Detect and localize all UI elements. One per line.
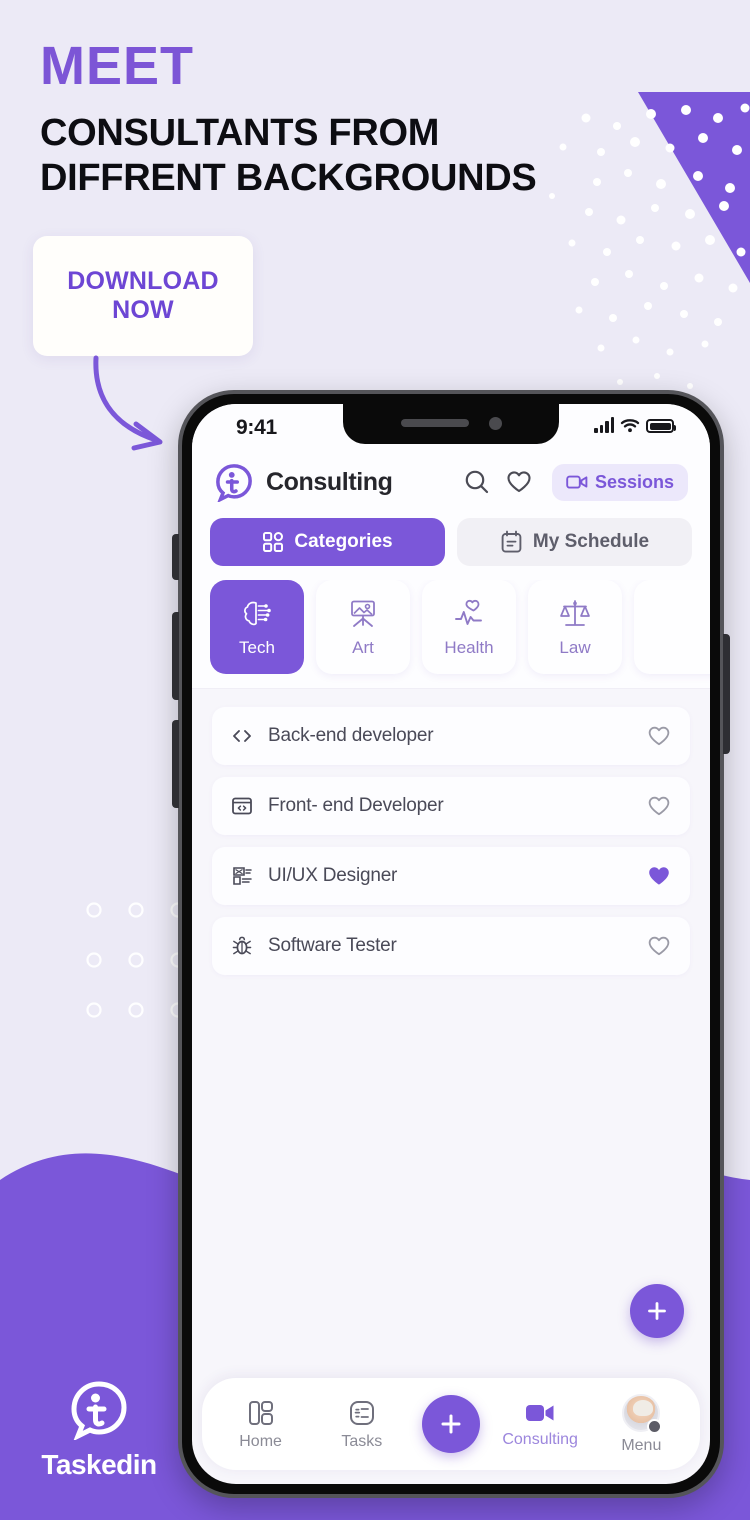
status-bar-clock: 9:41 <box>236 416 277 439</box>
browser-code-icon <box>232 797 252 815</box>
page-title: Consulting <box>266 467 393 496</box>
code-brackets-icon <box>233 730 251 742</box>
list-item[interactable]: Back-end developer <box>212 707 690 765</box>
checklist-icon <box>349 1400 374 1425</box>
category-chip-art[interactable]: Art <box>316 580 410 674</box>
download-now-button[interactable]: DOWNLOAD NOW <box>33 236 253 356</box>
video-camera-icon <box>566 475 588 489</box>
headline-line-2: DIFFRENT BACKGROUNDS <box>40 156 537 199</box>
brand-name: Taskedin <box>41 1449 157 1480</box>
heart-icon[interactable] <box>646 793 672 819</box>
list-item[interactable]: Software Tester <box>212 917 690 975</box>
tab-categories-label: Categories <box>294 531 393 552</box>
nav-item-home[interactable]: Home <box>220 1398 302 1451</box>
list-item[interactable]: Front- end Developer <box>212 777 690 835</box>
segmented-tabs: Categories My Schedule <box>192 518 710 580</box>
sessions-label: Sessions <box>594 471 674 492</box>
category-chip-row: Tech Art Health Law <box>210 580 710 674</box>
wifi-icon <box>620 419 640 433</box>
phone-power-button[interactable] <box>723 634 730 754</box>
category-chip-art-label: Art <box>352 637 374 657</box>
tab-categories[interactable]: Categories <box>210 518 445 566</box>
category-chip-next-partial[interactable] <box>634 580 710 674</box>
plus-icon <box>441 1414 461 1434</box>
download-now-line-1: DOWNLOAD <box>67 266 219 295</box>
heart-icon[interactable] <box>646 723 672 749</box>
brand-lockup: Taskedin <box>24 1378 174 1481</box>
app-header: Consulting Sessions <box>192 452 710 518</box>
download-now-label: DOWNLOAD NOW <box>67 267 219 326</box>
category-chip-health-label: Health <box>444 637 494 657</box>
signal-icon <box>594 417 614 433</box>
heart-icon[interactable] <box>646 933 672 959</box>
nav-item-tasks-label: Tasks <box>341 1432 383 1450</box>
design-palette-icon <box>233 867 252 885</box>
nav-item-menu[interactable]: Menu <box>600 1393 682 1455</box>
search-icon[interactable] <box>462 467 492 497</box>
plus-icon <box>648 1302 666 1320</box>
phone-notch <box>343 404 559 444</box>
heart-filled-icon[interactable] <box>646 863 672 889</box>
video-camera-icon <box>526 1404 554 1421</box>
status-bar-icons <box>594 417 676 433</box>
category-scroller[interactable]: Tech Art Health Law <box>192 580 710 689</box>
category-chip-health[interactable]: Health <box>422 580 516 674</box>
download-now-line-2: NOW <box>112 296 174 324</box>
nav-item-home-label: Home <box>239 1432 282 1450</box>
nav-item-tasks[interactable]: Tasks <box>321 1398 403 1451</box>
heart-pulse-icon <box>455 599 482 625</box>
earpiece-speaker-icon <box>400 419 469 427</box>
heart-icon[interactable] <box>504 467 534 497</box>
list-item-label: Front- end Developer <box>268 795 444 816</box>
brain-circuit-icon <box>244 601 271 625</box>
bug-icon <box>232 936 252 955</box>
nav-item-menu-label: Menu <box>621 1436 662 1454</box>
list-item-label: Software Tester <box>268 935 397 956</box>
grid-icon <box>263 532 284 552</box>
dashboard-icon <box>248 1400 273 1425</box>
status-bar: 9:41 <box>192 404 710 452</box>
category-chip-law[interactable]: Law <box>528 580 622 674</box>
tab-my-schedule-label: My Schedule <box>532 531 650 552</box>
category-chip-tech[interactable]: Tech <box>210 580 304 674</box>
taskedin-logo-icon <box>71 1381 127 1442</box>
poster-headline: MEET CONSULTANTS FROM DIFFRENT BACKGROUN… <box>40 38 660 200</box>
sessions-button[interactable]: Sessions <box>551 463 688 501</box>
phone-screen: 9:41 Consulting Sessions Categories My S… <box>192 404 710 1484</box>
list-item-label: UI/UX Designer <box>268 865 398 886</box>
phone-volume-down-button[interactable] <box>172 720 179 808</box>
bottom-navigation: Home Tasks Consulting Menu <box>202 1378 700 1470</box>
list-item-label: Back-end developer <box>268 725 434 746</box>
phone-silent-switch[interactable] <box>172 534 179 580</box>
phone-volume-up-button[interactable] <box>172 612 179 700</box>
phone-mockup: 9:41 Consulting Sessions Categories My S… <box>172 390 730 1498</box>
nav-add-button[interactable] <box>421 1395 480 1453</box>
floating-add-button[interactable] <box>630 1284 684 1338</box>
scales-icon <box>560 599 590 626</box>
tab-my-schedule[interactable]: My Schedule <box>457 518 692 566</box>
headline-line-1: CONSULTANTS FROM <box>40 111 440 154</box>
easel-picture-icon <box>351 600 375 627</box>
nav-item-consulting-label: Consulting <box>502 1430 578 1448</box>
calendar-icon <box>501 530 522 553</box>
headline-eyebrow: MEET <box>40 36 195 96</box>
battery-icon <box>646 419 676 433</box>
role-list: Back-end developer Front- end Developer <box>192 689 710 975</box>
nav-item-consulting[interactable]: Consulting <box>499 1400 581 1449</box>
list-item[interactable]: UI/UX Designer <box>212 847 690 905</box>
taskedin-logo-icon <box>216 464 252 502</box>
category-chip-law-label: Law <box>559 637 591 657</box>
avatar-status-badge <box>647 1418 663 1434</box>
front-camera-icon <box>488 416 502 430</box>
category-chip-tech-label: Tech <box>239 637 275 657</box>
